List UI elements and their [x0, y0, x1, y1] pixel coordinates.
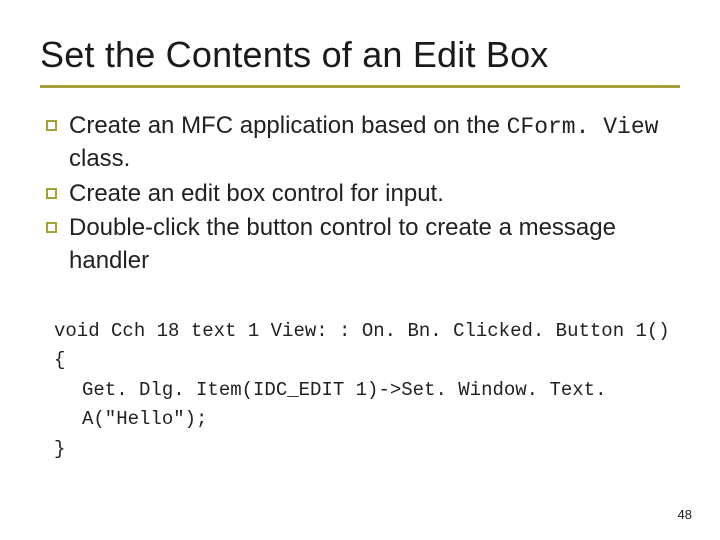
list-item: Create an edit box control for input. — [46, 178, 680, 210]
list-item: Create an MFC application based on the C… — [46, 110, 680, 175]
list-item-text: Create an MFC application based on the C… — [69, 110, 680, 175]
text-run: Create an edit box control for input. — [69, 180, 444, 207]
square-bullet-icon — [46, 120, 57, 131]
code-inline: CForm. View — [507, 114, 659, 140]
text-run: Create an MFC application based on the — [69, 112, 507, 139]
text-run: class. — [69, 145, 130, 172]
bullet-list: Create an MFC application based on the C… — [40, 110, 680, 277]
code-line: Get. Dlg. Item(IDC_EDIT 1)->Set. Window.… — [54, 376, 680, 435]
code-line: void Cch 18 text 1 View: : On. Bn. Click… — [54, 317, 680, 346]
list-item: Double-click the button control to creat… — [46, 212, 680, 277]
code-block: void Cch 18 text 1 View: : On. Bn. Click… — [40, 317, 680, 464]
title-underline — [40, 85, 680, 88]
page-number: 48 — [678, 507, 692, 522]
slide-title: Set the Contents of an Edit Box — [40, 34, 680, 75]
slide: Set the Contents of an Edit Box Create a… — [0, 0, 720, 540]
square-bullet-icon — [46, 188, 57, 199]
list-item-text: Double-click the button control to creat… — [69, 212, 680, 277]
code-line: { — [54, 346, 680, 375]
list-item-text: Create an edit box control for input. — [69, 178, 680, 210]
text-run: Double-click the button control to creat… — [69, 214, 616, 273]
square-bullet-icon — [46, 222, 57, 233]
code-line: } — [54, 435, 680, 464]
